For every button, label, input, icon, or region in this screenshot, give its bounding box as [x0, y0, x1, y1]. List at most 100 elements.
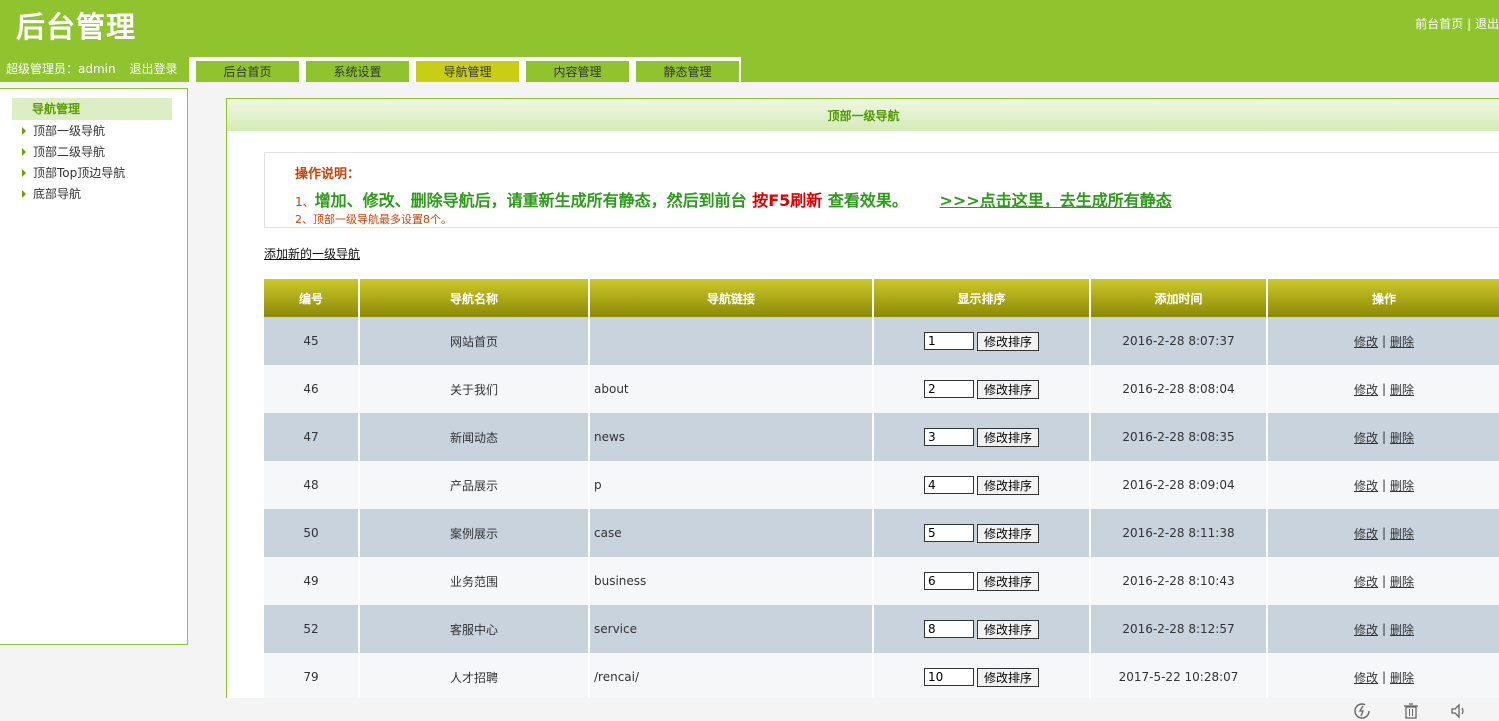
row-time: 2016-2-28 8:08:04 — [1091, 365, 1268, 413]
top-links: 前台首页 | 退出 — [1415, 15, 1499, 32]
caret-right-icon — [22, 148, 26, 156]
tab-content-management[interactable]: 内容管理 — [526, 61, 629, 82]
tab-nav-management[interactable]: 导航管理 — [416, 61, 519, 82]
sort-order-input[interactable] — [923, 476, 974, 494]
tab-static-management[interactable]: 静态管理 — [636, 61, 739, 82]
row-link: /rencai/ — [590, 653, 874, 701]
update-sort-button[interactable]: 修改排序 — [976, 571, 1039, 591]
sort-order-input[interactable] — [923, 524, 974, 542]
top-logout-link[interactable]: 退出 — [1475, 17, 1499, 31]
edit-link[interactable]: 修改 — [1354, 525, 1378, 542]
delete-link[interactable]: 删除 — [1390, 333, 1414, 350]
edit-link[interactable]: 修改 — [1354, 669, 1378, 686]
row-sort-cell: 修改排序 — [874, 557, 1091, 605]
sidebar-item-label: 底部导航 — [33, 187, 82, 201]
edit-link[interactable]: 修改 — [1354, 429, 1378, 446]
instructions-box: 操作说明： 1、增加、修改、删除导航后，请重新生成所有静态，然后到前台 按F5刷… — [264, 152, 1499, 228]
table-header-row: 编号 导航名称 导航链接 显示排序 添加时间 操作 — [264, 279, 1499, 317]
row-actions: 修改 | 删除 — [1268, 365, 1499, 413]
admin-label: 超级管理员：admin — [6, 62, 116, 76]
speaker-icon[interactable] — [1450, 702, 1468, 720]
refresh-icon[interactable] — [1353, 702, 1371, 720]
row-actions: 修改 | 删除 — [1268, 557, 1499, 605]
delete-link[interactable]: 删除 — [1390, 669, 1414, 686]
delete-link[interactable]: 删除 — [1390, 573, 1414, 590]
row-time: 2016-2-28 8:10:43 — [1091, 557, 1268, 605]
delete-link[interactable]: 删除 — [1390, 477, 1414, 494]
row-time: 2017-5-22 10:28:07 — [1091, 653, 1268, 701]
row-time: 2016-2-28 8:12:57 — [1091, 605, 1268, 653]
update-sort-button[interactable]: 修改排序 — [976, 379, 1039, 399]
sort-order-input[interactable] — [923, 380, 974, 398]
update-sort-button[interactable]: 修改排序 — [976, 523, 1039, 543]
instruction-tail: 查看效果。 — [827, 191, 908, 210]
update-sort-button[interactable]: 修改排序 — [976, 475, 1039, 495]
update-sort-button[interactable]: 修改排序 — [976, 619, 1039, 639]
row-time: 2016-2-28 8:11:38 — [1091, 509, 1268, 557]
header-bar: 后台管理 前台首页 | 退出 超级管理员：admin 退出登录 后台首页 系统设… — [0, 0, 1499, 82]
instructions-title: 操作说明： — [295, 167, 361, 182]
app-logo: 后台管理 — [16, 10, 137, 44]
row-id: 45 — [264, 317, 360, 365]
edit-link[interactable]: 修改 — [1354, 573, 1378, 590]
sidebar-item-label: 顶部Top顶边导航 — [33, 166, 126, 180]
delete-link[interactable]: 删除 — [1390, 381, 1414, 398]
edit-link[interactable]: 修改 — [1354, 333, 1378, 350]
row-link: p — [590, 461, 874, 509]
row-sort-cell: 修改排序 — [874, 461, 1091, 509]
row-link: business — [590, 557, 874, 605]
row-id: 49 — [264, 557, 360, 605]
front-home-link[interactable]: 前台首页 — [1415, 17, 1463, 31]
add-nav-link[interactable]: 添加新的一级导航 — [264, 245, 360, 262]
action-separator: | — [1381, 622, 1387, 636]
tab-system-settings[interactable]: 系统设置 — [306, 61, 409, 82]
row-name: 新闻动态 — [360, 413, 590, 461]
action-separator: | — [1381, 478, 1387, 492]
edit-link[interactable]: 修改 — [1354, 621, 1378, 638]
sidebar-item-top-edge-nav[interactable]: 顶部Top顶边导航 — [22, 163, 125, 183]
row-link: service — [590, 605, 874, 653]
sort-order-input[interactable] — [923, 620, 974, 638]
edit-link[interactable]: 修改 — [1354, 477, 1378, 494]
row-name: 网站首页 — [360, 317, 590, 365]
column-header-link: 导航链接 — [590, 279, 874, 317]
action-separator: | — [1381, 382, 1387, 396]
delete-link[interactable]: 删除 — [1390, 525, 1414, 542]
sort-order-input[interactable] — [923, 668, 974, 686]
row-sort-cell: 修改排序 — [874, 365, 1091, 413]
row-actions: 修改 | 删除 — [1268, 653, 1499, 701]
row-time: 2016-2-28 8:08:35 — [1091, 413, 1268, 461]
sort-order-input[interactable] — [923, 428, 974, 446]
delete-link[interactable]: 删除 — [1390, 429, 1414, 446]
sort-order-input[interactable] — [923, 332, 974, 350]
sidebar-item-top-level-nav[interactable]: 顶部一级导航 — [22, 121, 105, 141]
trash-icon[interactable] — [1402, 702, 1420, 720]
table-row: 47 新闻动态 news 修改排序 2016-2-28 8:08:35 修改|删… — [264, 413, 1499, 461]
column-header-sort: 显示排序 — [874, 279, 1091, 317]
main-panel: 顶部一级导航 操作说明： 1、增加、修改、删除导航后，请重新生成所有静态，然后到… — [226, 98, 1499, 701]
row-name: 人才招聘 — [360, 653, 590, 701]
column-header-name: 导航名称 — [360, 279, 590, 317]
column-header-actions: 操作 — [1268, 279, 1499, 317]
edit-link[interactable]: 修改 — [1354, 381, 1378, 398]
row-time: 2016-2-28 8:09:04 — [1091, 461, 1268, 509]
sidebar-item-footer-nav[interactable]: 底部导航 — [22, 184, 81, 204]
row-sort-cell: 修改排序 — [874, 509, 1091, 557]
sort-order-input[interactable] — [923, 572, 974, 590]
row-actions: 修改 | 删除 — [1268, 317, 1499, 365]
update-sort-button[interactable]: 修改排序 — [976, 667, 1039, 687]
logout-link[interactable]: 退出登录 — [129, 62, 177, 76]
update-sort-button[interactable]: 修改排序 — [976, 427, 1039, 447]
generate-static-link[interactable]: >>>点击这里，去生成所有静态 — [939, 191, 1171, 210]
sidebar-title: 导航管理 — [12, 98, 172, 120]
action-separator: | — [1381, 670, 1387, 684]
sidebar-item-second-level-nav[interactable]: 顶部二级导航 — [22, 142, 105, 162]
page-title: 顶部一级导航 — [227, 99, 1499, 131]
row-id: 48 — [264, 461, 360, 509]
sidebar-item-label: 顶部一级导航 — [33, 124, 106, 138]
delete-link[interactable]: 删除 — [1390, 621, 1414, 638]
tab-admin-home[interactable]: 后台首页 — [196, 61, 299, 82]
row-id: 50 — [264, 509, 360, 557]
update-sort-button[interactable]: 修改排序 — [976, 331, 1039, 351]
row-time: 2016-2-28 8:07:37 — [1091, 317, 1268, 365]
